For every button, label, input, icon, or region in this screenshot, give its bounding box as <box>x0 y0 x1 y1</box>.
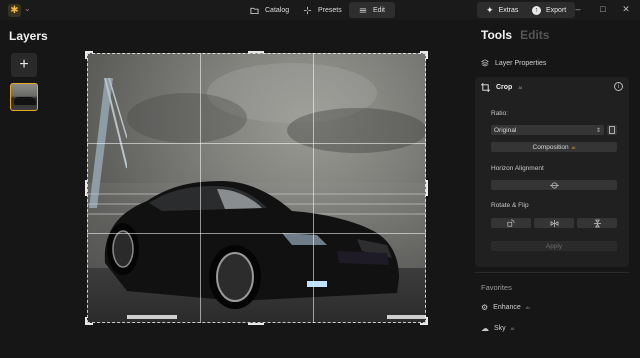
rotate-flip-label: Rotate & Flip <box>491 202 529 209</box>
rotate-button[interactable] <box>491 218 531 228</box>
ratio-swap-button[interactable] <box>607 125 617 135</box>
panel-tabs: Tools Edits <box>481 28 549 42</box>
plus-icon: + <box>19 56 29 73</box>
crop-frame[interactable] <box>87 53 426 323</box>
favorites-title: Favorites <box>481 283 512 292</box>
cloud-icon: ☁ <box>481 324 489 333</box>
top-bar: ✱ ⌄ Catalog Presets Edit ✦ Extras ↑ Expo… <box>0 0 640 20</box>
crop-handle-bottom-right[interactable] <box>426 317 428 325</box>
ai-badge: AI <box>510 326 515 331</box>
crop-handle-bottom[interactable] <box>248 323 264 325</box>
tab-edits[interactable]: Edits <box>520 28 549 42</box>
crop-tool-card: Crop AI i Ratio: Original ⇕ Composition AI… <box>475 77 629 267</box>
crop-handle-right[interactable] <box>426 180 428 196</box>
edit-label: Edit <box>372 6 385 14</box>
app-logo[interactable]: ✱ <box>8 4 21 17</box>
horizon-align-button[interactable] <box>491 180 617 190</box>
export-label: Export <box>546 6 567 14</box>
export-button[interactable]: ↑ Export <box>523 2 576 18</box>
enhance-icon: ⚙ <box>481 303 489 312</box>
horizon-icon <box>549 182 559 188</box>
close-icon[interactable]: ✕ <box>620 4 632 15</box>
portrait-icon <box>609 126 615 134</box>
ratio-select[interactable]: Original ⇕ <box>491 125 604 135</box>
thumbnail-car <box>14 97 36 105</box>
sparkle-icon <box>303 6 312 14</box>
crop-handle-bottom-left[interactable] <box>85 317 87 325</box>
extras-label: Extras <box>498 6 519 14</box>
tab-tools[interactable]: Tools <box>481 28 512 42</box>
logo-glyph: ✱ <box>10 4 19 16</box>
rotate-icon <box>507 219 515 227</box>
crop-icon <box>481 83 490 92</box>
composition-button[interactable]: Composition AI <box>491 142 617 152</box>
presets-label: Presets <box>318 6 342 14</box>
favorite-label: Enhance <box>493 304 521 311</box>
crop-handle-top[interactable] <box>248 51 264 53</box>
divider <box>475 272 629 273</box>
layers-title: Layers <box>9 29 48 43</box>
composition-label: Composition <box>532 143 569 151</box>
maximize-icon[interactable]: □ <box>597 4 609 14</box>
catalog-button[interactable]: Catalog <box>240 2 299 18</box>
favorite-item-enhance[interactable]: ⚙ Enhance AI <box>481 303 530 312</box>
crop-title: Crop <box>496 84 513 91</box>
info-glyph: i <box>617 83 620 90</box>
layer-thumbnail[interactable] <box>10 83 38 111</box>
crop-header[interactable]: Crop AI <box>481 83 522 92</box>
presets-button[interactable]: Presets <box>293 2 352 18</box>
catalog-label: Catalog <box>265 6 290 14</box>
horizon-label: Horizon Alignment <box>491 165 544 172</box>
select-arrows-icon: ⇕ <box>595 127 601 134</box>
extras-button[interactable]: ✦ Extras <box>477 2 528 18</box>
flip-horizontal-button[interactable] <box>534 218 574 228</box>
folder-icon <box>250 7 259 14</box>
ai-badge: AI <box>571 144 576 150</box>
minimize-icon[interactable]: – <box>572 4 584 14</box>
layers-icon <box>481 59 489 67</box>
layer-properties-row[interactable]: Layer Properties <box>481 59 546 67</box>
favorite-label: Sky <box>494 325 506 332</box>
flip-vertical-icon <box>593 219 601 227</box>
crop-handle-top-left[interactable] <box>85 51 87 59</box>
ratio-label: Ratio: <box>491 110 508 117</box>
ratio-value: Original <box>494 126 517 134</box>
layer-properties-label: Layer Properties <box>495 59 547 67</box>
sparkle-icon: ✦ <box>486 4 494 15</box>
ai-badge: AI <box>525 305 530 310</box>
crop-handle-left[interactable] <box>85 180 87 196</box>
favorite-item-sky[interactable]: ☁ Sky AI <box>481 324 514 333</box>
apply-label: Apply <box>545 242 563 250</box>
chevron-down-icon[interactable]: ⌄ <box>24 4 31 13</box>
info-icon[interactable]: i <box>614 82 623 91</box>
edit-button[interactable]: Edit <box>349 2 395 18</box>
flip-horizontal-icon <box>550 219 558 227</box>
flip-vertical-button[interactable] <box>577 218 617 228</box>
ai-badge: AI <box>518 85 523 90</box>
crop-handle-top-right[interactable] <box>426 51 428 59</box>
export-icon: ↑ <box>532 5 541 15</box>
add-layer-button[interactable]: + <box>11 53 37 77</box>
apply-button[interactable]: Apply <box>491 241 617 251</box>
sliders-icon <box>359 8 367 12</box>
